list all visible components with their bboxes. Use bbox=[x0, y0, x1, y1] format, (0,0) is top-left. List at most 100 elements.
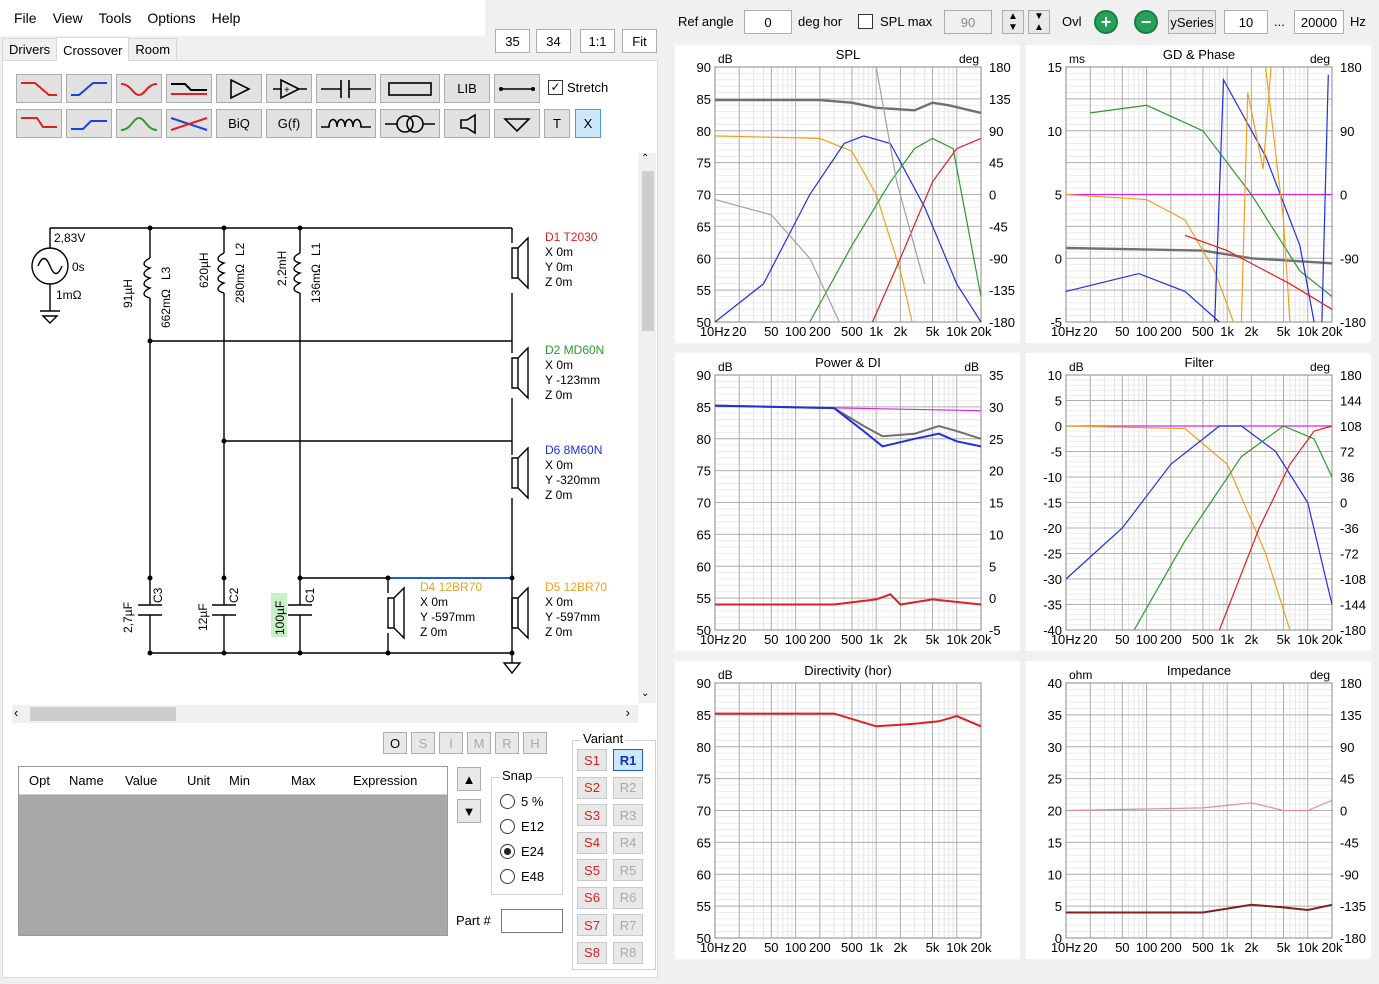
lib-button[interactable]: LIB bbox=[444, 74, 490, 103]
highpass-blue-tool[interactable] bbox=[66, 74, 112, 103]
variant-r2-button[interactable]: R2 bbox=[613, 776, 643, 799]
tab-room[interactable]: Room bbox=[128, 38, 178, 60]
snap-e48-radio[interactable]: E48 bbox=[500, 869, 544, 884]
resistor-tool[interactable] bbox=[380, 74, 440, 103]
col-opt[interactable]: Opt bbox=[19, 773, 61, 788]
add-overlay-button[interactable]: + bbox=[1094, 10, 1118, 34]
opt-o-button[interactable]: O bbox=[383, 732, 407, 754]
yseries-button[interactable]: ySeries bbox=[1168, 10, 1216, 34]
menu-view[interactable]: View bbox=[53, 10, 83, 26]
opt-i-button[interactable]: I bbox=[439, 732, 463, 754]
text-tool[interactable]: T bbox=[544, 109, 570, 138]
highpass-step-tool[interactable] bbox=[66, 109, 112, 138]
menu-options[interactable]: Options bbox=[147, 10, 195, 26]
variant-r5-button[interactable]: R5 bbox=[613, 859, 643, 881]
move-up-button[interactable]: ▲ bbox=[457, 767, 481, 791]
variant-s6-button[interactable]: S6 bbox=[577, 886, 607, 909]
horizontal-scrollbar[interactable]: ‹ › bbox=[12, 705, 638, 723]
vertical-scrollbar[interactable]: ⌃ ⌄ bbox=[638, 153, 656, 703]
spin-down-icon[interactable]: ▼ bbox=[1008, 22, 1018, 33]
col-min[interactable]: Min bbox=[227, 773, 289, 788]
variant-r7-button[interactable]: R7 bbox=[613, 914, 643, 936]
inductor-tool[interactable] bbox=[316, 109, 376, 138]
wire-tool[interactable] bbox=[494, 74, 540, 103]
zoom-fit-button[interactable]: Fit bbox=[622, 29, 657, 53]
scroll-up-icon[interactable]: ⌃ bbox=[641, 153, 649, 164]
vertical-scroll-thumb[interactable] bbox=[642, 171, 654, 331]
lowpass-step-tool[interactable] bbox=[16, 109, 62, 138]
zoom-35-button[interactable]: 35 bbox=[495, 29, 530, 53]
variant-s3-button[interactable]: S3 bbox=[577, 804, 607, 826]
snap-e24-radio[interactable]: E24 bbox=[500, 844, 544, 859]
col-expression[interactable]: Expression bbox=[349, 773, 417, 788]
variant-r8-button[interactable]: R8 bbox=[613, 941, 643, 964]
chart-power-di[interactable]: 90 85 80 75 70 65 60 55 50 35 30 25 20 15 10 5 0 -5 10Hz 20… bbox=[675, 353, 1020, 651]
inductor-l1-name: L1 bbox=[309, 242, 323, 256]
col-unit[interactable]: Unit bbox=[179, 773, 227, 788]
shelf-tool[interactable] bbox=[166, 74, 212, 103]
spl-range-button[interactable]: ▼ ▲ bbox=[1028, 10, 1050, 34]
amplifier-tool[interactable] bbox=[216, 74, 262, 103]
menu-tools[interactable]: Tools bbox=[99, 10, 132, 26]
transfer-function-button[interactable]: G(f) bbox=[266, 109, 312, 138]
opt-m-button[interactable]: M bbox=[467, 732, 491, 754]
lowpass-red-tool[interactable] bbox=[16, 74, 62, 103]
spl-max-input[interactable]: 90 bbox=[944, 10, 992, 34]
chart-impedance[interactable]: 40 35 30 25 20 15 10 5 0 180 135 90 45 0 -45 -90 -135 -18… bbox=[1026, 661, 1371, 959]
variant-s7-button[interactable]: S7 bbox=[577, 914, 607, 936]
variant-s1-button[interactable]: S1 bbox=[577, 749, 607, 771]
move-down-button[interactable]: ▼ bbox=[457, 799, 481, 823]
variant-s5-button[interactable]: S5 bbox=[577, 859, 607, 881]
variant-r4-button[interactable]: R4 bbox=[613, 831, 643, 854]
bandpass-green-tool[interactable] bbox=[116, 109, 162, 138]
chart-gd-phase[interactable]: 15 10 5 0 -5 180 90 0 -90 -180 10Hz 20 50 100 200 500 1k… bbox=[1026, 45, 1371, 343]
capacitor-series-tool[interactable] bbox=[316, 74, 376, 103]
scroll-right-icon[interactable]: › bbox=[626, 705, 630, 720]
variant-s8-button[interactable]: S8 bbox=[577, 941, 607, 964]
remove-overlay-button[interactable]: − bbox=[1134, 10, 1158, 34]
col-name[interactable]: Name bbox=[61, 773, 117, 788]
tab-drivers[interactable]: Drivers bbox=[2, 38, 58, 60]
spl-max-checkbox[interactable] bbox=[858, 14, 873, 29]
ground-tool[interactable] bbox=[494, 109, 540, 138]
scroll-down-icon[interactable]: ⌄ bbox=[641, 688, 649, 699]
delete-tool[interactable]: X bbox=[575, 109, 601, 138]
transformer-tool[interactable] bbox=[380, 109, 440, 138]
chart-spl[interactable]: 90 85 80 75 70 65 60 55 50 180 135 90 45 0 -45 -90 -135 -… bbox=[675, 45, 1020, 343]
opt-h-button[interactable]: H bbox=[523, 732, 547, 754]
menu-file[interactable]: File bbox=[14, 10, 37, 26]
chart-directivity-hor[interactable]: 90 85 80 75 70 65 60 55 50 10Hz 20 50 100 200 500 1k 2k 5… bbox=[675, 661, 1020, 959]
variant-s4-button[interactable]: S4 bbox=[577, 831, 607, 854]
bandpass-red-tool[interactable] bbox=[116, 74, 162, 103]
opt-s-button[interactable]: S bbox=[411, 732, 435, 754]
snap-e12-radio[interactable]: E12 bbox=[500, 819, 544, 834]
variant-r6-button[interactable]: R6 bbox=[613, 886, 643, 909]
spin-up-icon[interactable]: ▲ bbox=[1008, 11, 1018, 22]
parameter-table[interactable]: Opt Name Value Unit Min Max Expression bbox=[18, 766, 448, 936]
horizontal-scroll-thumb[interactable] bbox=[30, 707, 176, 721]
variant-r1-button[interactable]: R1 bbox=[613, 749, 643, 771]
ref-angle-input[interactable]: 0 bbox=[744, 10, 792, 34]
chart-filter[interactable]: 10 5 0 -5 -10 -15 -20 -25 -30 -35 -40 180 144 108 72 36… bbox=[1026, 353, 1371, 651]
sum-amplifier-tool[interactable]: + bbox=[266, 74, 312, 103]
freq-max-input[interactable]: 20000 bbox=[1294, 10, 1344, 34]
biquad-button[interactable]: BiQ bbox=[216, 109, 262, 138]
speaker-tool[interactable] bbox=[444, 109, 490, 138]
schematic-canvas[interactable]: 2,83V 0s 1mΩ 91µH 662mΩ L3 620µH 280mΩ L… bbox=[12, 153, 638, 703]
freq-min-input[interactable]: 10 bbox=[1224, 10, 1268, 34]
allpass-tool[interactable] bbox=[166, 109, 212, 138]
variant-s2-button[interactable]: S2 bbox=[577, 776, 607, 799]
stretch-checkbox[interactable]: ✓ bbox=[548, 80, 563, 95]
tab-crossover[interactable]: Crossover bbox=[56, 37, 130, 61]
zoom-34-button[interactable]: 34 bbox=[536, 29, 571, 53]
part-number-input[interactable] bbox=[501, 909, 563, 933]
variant-r3-button[interactable]: R3 bbox=[613, 804, 643, 826]
zoom-1-1-button[interactable]: 1:1 bbox=[580, 29, 615, 53]
snap-5pct-radio[interactable]: 5 % bbox=[500, 794, 544, 809]
scroll-left-icon[interactable]: ‹ bbox=[14, 705, 18, 720]
spl-spinner[interactable]: ▲ ▼ bbox=[1002, 10, 1024, 34]
col-value[interactable]: Value bbox=[117, 773, 179, 788]
opt-r-button[interactable]: R bbox=[495, 732, 519, 754]
menu-help[interactable]: Help bbox=[212, 10, 241, 26]
col-max[interactable]: Max bbox=[289, 773, 349, 788]
